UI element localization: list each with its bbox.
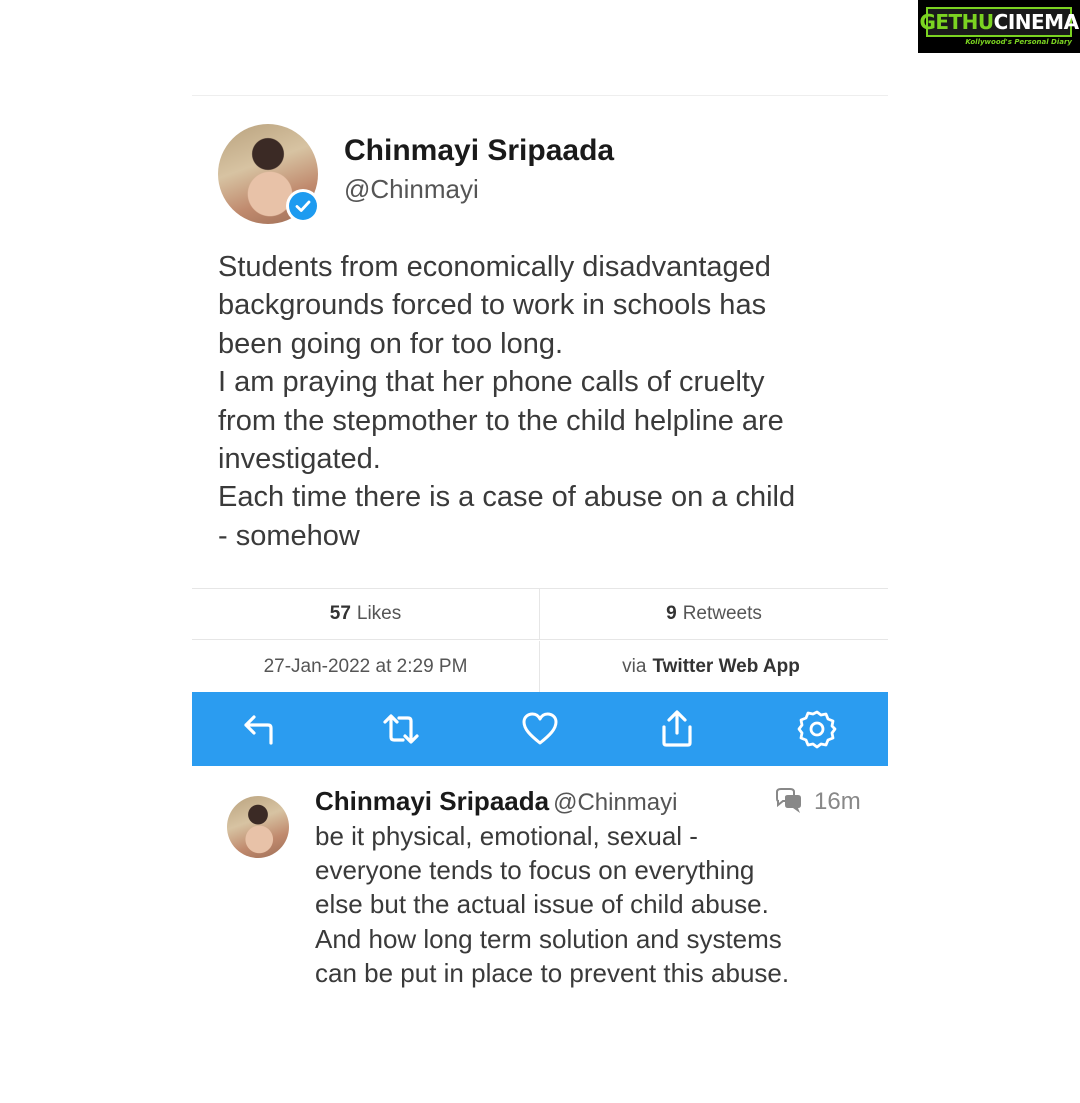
tweet-text: Students from economically disadvantaged… <box>218 248 878 555</box>
likes-label: Likes <box>356 603 402 624</box>
retweet-icon[interactable] <box>381 709 421 749</box>
watermark-brand: GETHU CINEMA <box>919 7 1079 37</box>
tweet-text-line: been going on for too long. <box>218 327 564 360</box>
likes-count: 57 <box>329 603 351 624</box>
retweets-count: 9 <box>666 603 677 624</box>
conversation-icon <box>774 788 804 814</box>
author-handle[interactable]: @Chinmayi <box>344 174 479 205</box>
author-name[interactable]: Chinmayi Sripaada <box>344 134 614 168</box>
reply-text-line: can be put in place to prevent this abus… <box>315 957 790 988</box>
tweet-stats: 57 Likes 9 Retweets 27-Jan-2022 at 2:29 PM… <box>192 588 888 693</box>
watermark-tagline: Kollywood's Personal Diary <box>965 38 1072 46</box>
tweet-text-line: backgrounds forced to work in schools ha… <box>218 289 767 322</box>
like-icon[interactable] <box>520 709 560 749</box>
likes-stat[interactable]: 57 Likes <box>192 589 540 640</box>
watermark-logo: GETHU CINEMA Kollywood's Personal Diary <box>918 0 1080 53</box>
reply-time: 16m <box>814 788 861 815</box>
retweets-stat[interactable]: 9 Retweets <box>540 589 888 640</box>
verified-badge-icon <box>286 189 320 223</box>
reply-author-name: Chinmayi Sripaada <box>315 786 550 816</box>
tweet-text-line: I am praying that her phone calls of cru… <box>218 366 765 399</box>
tweet-text-line: - somehow <box>218 519 360 552</box>
reply-text-line: And how long term solution and systems <box>315 923 782 954</box>
via-app: Twitter Web App <box>652 655 800 677</box>
action-bar <box>192 692 888 766</box>
reply-avatar[interactable] <box>227 796 289 858</box>
reply-text-line: be it physical, emotional, sexual - <box>315 821 698 851</box>
reply-icon[interactable] <box>240 709 280 749</box>
watermark-brand-b: CINEMA <box>993 10 1079 34</box>
settings-icon[interactable] <box>797 709 837 749</box>
reply-text: be it physical, emotional, sexual - ever… <box>315 819 875 990</box>
top-divider <box>192 95 888 96</box>
reply-text-line: else but the actual issue of child abuse… <box>315 889 769 920</box>
share-icon[interactable] <box>657 709 697 749</box>
reply-author-handle: @Chinmayi <box>553 789 678 816</box>
tweet-text-line: Students from economically disadvantaged <box>218 251 771 283</box>
retweets-label: Retweets <box>682 603 762 624</box>
reply-author[interactable]: Chinmayi Sripaada @Chinmayi <box>315 786 677 817</box>
tweet-text-line: investigated. <box>218 443 381 476</box>
via-prefix: via <box>622 655 647 677</box>
tweet-text-line: Each time there is a case of abuse on a … <box>218 481 796 514</box>
tweet-source[interactable]: via Twitter Web App <box>540 641 888 692</box>
tweet-text-line: from the stepmother to the child helplin… <box>218 404 784 437</box>
tweet-timestamp: 27-Jan-2022 at 2:29 PM <box>192 641 540 692</box>
watermark-brand-a: GETHU <box>919 10 994 34</box>
reply-text-line: everyone tends to focus on everything <box>315 855 755 886</box>
